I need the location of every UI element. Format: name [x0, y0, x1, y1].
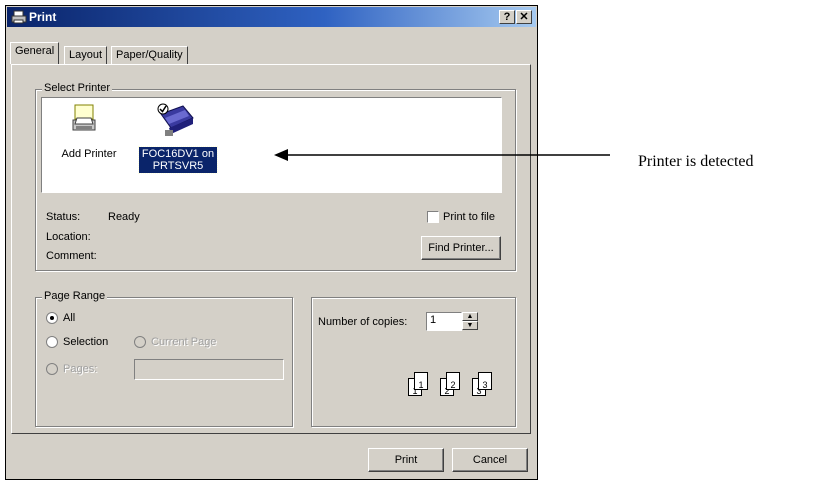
pages-radio: [46, 363, 58, 375]
page-icon: 2: [446, 372, 460, 390]
help-button[interactable]: ?: [499, 10, 515, 24]
title-bar[interactable]: Print ? ✕: [7, 7, 536, 27]
location-label: Location:: [46, 231, 91, 243]
spin-down-icon[interactable]: ▼: [462, 321, 478, 330]
page-icon: 3: [478, 372, 492, 390]
copies-input[interactable]: 1: [426, 312, 462, 331]
selection-label[interactable]: Selection: [63, 336, 108, 348]
cancel-button[interactable]: Cancel: [452, 448, 528, 472]
network-printer-icon[interactable]: [153, 100, 197, 140]
tab-general[interactable]: General: [10, 42, 60, 64]
copies-spinner[interactable]: ▲ ▼: [462, 312, 478, 330]
current-page-label: Current Page: [151, 336, 217, 348]
add-printer-icon[interactable]: [70, 104, 98, 136]
status-value: Ready: [108, 211, 140, 223]
annotation-arrow-icon: [274, 149, 610, 161]
pages-input: [134, 359, 284, 380]
find-printer-button[interactable]: Find Printer...: [421, 236, 501, 260]
selected-printer-label[interactable]: FOC16DV1 on PRTSVR5: [138, 146, 218, 174]
tab-paper-quality[interactable]: Paper/Quality: [111, 46, 188, 64]
annotation-text: Printer is detected: [638, 153, 754, 170]
all-label[interactable]: All: [63, 312, 75, 324]
pages-label: Pages:: [63, 363, 98, 375]
print-to-file-label[interactable]: Print to file: [443, 211, 495, 223]
page-range-label: Page Range: [42, 290, 108, 302]
window-title: Print: [29, 10, 57, 24]
spin-up-icon[interactable]: ▲: [462, 312, 478, 321]
select-printer-label: Select Printer: [42, 82, 113, 94]
tab-layout[interactable]: Layout: [64, 46, 108, 64]
add-printer-label[interactable]: Add Printer: [57, 148, 121, 160]
selected-printer-wrap: FOC16DV1 on PRTSVR5: [137, 146, 219, 174]
page-icon: 1: [414, 372, 428, 390]
print-to-file-checkbox[interactable]: [427, 211, 439, 223]
all-radio[interactable]: [46, 312, 58, 324]
comment-label: Comment:: [46, 250, 97, 262]
close-button[interactable]: ✕: [516, 10, 532, 24]
copies-label: Number of copies:: [318, 316, 408, 328]
selection-radio[interactable]: [46, 336, 58, 348]
printer-icon: [11, 10, 27, 24]
print-button[interactable]: Print: [368, 448, 444, 472]
current-page-radio: [134, 336, 146, 348]
status-label: Status:: [46, 211, 81, 223]
